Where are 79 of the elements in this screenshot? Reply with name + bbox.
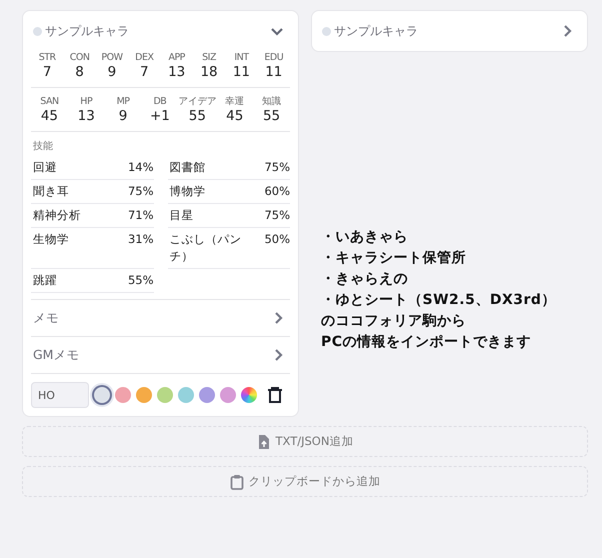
stat-label: DEX [135, 51, 154, 64]
skill-name: 生物学 [33, 231, 69, 248]
stat-value: 9 [108, 64, 116, 80]
stat-value: 7 [42, 64, 52, 80]
stat-label: MP [116, 95, 130, 108]
add-button[interactable]: TXT/JSON追加 [22, 426, 588, 457]
section-label: メモ [33, 308, 59, 327]
trash-icon[interactable] [267, 387, 283, 403]
skill-value: 75% [264, 207, 290, 224]
stat-value: +1 [150, 108, 170, 124]
skill-value: 71% [128, 207, 154, 224]
stat-label: 知識 [262, 95, 282, 108]
section-label: 技能 [33, 140, 54, 154]
color-swatch[interactable] [199, 387, 215, 403]
character-name[interactable]: サンプルキャラ [45, 22, 129, 40]
skill-name: 博物学 [170, 183, 206, 200]
notice-line: ・キャラシート保管所 [321, 249, 466, 268]
skill-name: 跳躍 [33, 272, 57, 289]
file-upload-icon [256, 434, 271, 450]
stat-label: HP [80, 95, 92, 108]
stat-value: 18 [200, 64, 218, 80]
stat-label: POW [101, 51, 122, 64]
skill-name: 図書館 [170, 159, 206, 176]
chevron-right-icon[interactable] [273, 348, 284, 362]
notice-line: ・いあきゃら [321, 228, 408, 247]
color-swatch[interactable] [136, 387, 152, 403]
stat-label: INT [234, 51, 249, 64]
stat-label: 幸運 [225, 95, 244, 108]
stat-label: SAN [40, 95, 59, 108]
stat-value: 9 [118, 108, 128, 124]
clipboard-icon [230, 474, 244, 490]
character-name[interactable]: サンプルキャラ [334, 22, 418, 40]
color-swatch[interactable] [220, 387, 236, 403]
skill-name: 目星 [170, 207, 194, 224]
section-label: GMメモ [33, 346, 80, 364]
stat-value: 45 [226, 108, 244, 124]
notice-line: PCの情報をインポートできます [321, 333, 532, 352]
skill-value: 14% [128, 159, 154, 176]
tag-field[interactable]: HO [31, 382, 89, 408]
stat-value: 13 [78, 108, 95, 124]
skill-name: こぶし（パンチ） [170, 231, 242, 265]
skill-name: 回避 [33, 159, 57, 176]
notice-line: のココフォリア駒から [321, 312, 466, 331]
skill-value: 31% [128, 231, 154, 248]
color-swatch[interactable] [115, 387, 131, 403]
skill-name: 精神分析 [33, 207, 81, 224]
chevron-right-icon[interactable] [273, 311, 284, 325]
stat-value: 7 [140, 64, 149, 80]
stat-label: SIZ [202, 51, 216, 64]
stat-label: CON [70, 51, 90, 64]
stat-value: 13 [168, 64, 186, 80]
skill-name: 聞き耳 [33, 183, 69, 200]
stat-label: アイデア [178, 95, 216, 108]
stat-label: APP [168, 51, 185, 64]
chevron-down-icon[interactable] [270, 26, 284, 36]
notice-line: ・ゆとシート（SW2.5、DX3rd） [321, 291, 556, 310]
color-swatch[interactable] [178, 387, 194, 403]
section-row[interactable]: メモ [31, 300, 290, 337]
stat-label: EDU [264, 51, 284, 64]
stat-value: 11 [265, 64, 282, 80]
stat-value: 45 [40, 108, 58, 124]
stat-value: 8 [75, 64, 84, 80]
add-button[interactable]: クリップボードから追加 [22, 466, 588, 497]
skill-value: 55% [128, 272, 154, 289]
stat-value: 55 [262, 108, 280, 124]
notice-line: ・きゃらえの [321, 270, 408, 289]
stat-label: STR [38, 51, 56, 64]
section-row[interactable]: GMメモ [31, 337, 290, 374]
stat-value: 55 [188, 108, 206, 124]
skill-value: 60% [264, 183, 290, 200]
skill-value: 50% [264, 231, 290, 248]
chevron-right-icon[interactable] [562, 24, 573, 38]
skill-value: 75% [128, 183, 154, 200]
rainbow-swatch[interactable] [241, 387, 257, 403]
color-swatch[interactable] [94, 387, 110, 403]
color-swatch[interactable] [157, 387, 173, 403]
skill-value: 75% [264, 159, 290, 176]
stat-value: 11 [232, 64, 250, 80]
stat-label: DB [153, 95, 166, 108]
